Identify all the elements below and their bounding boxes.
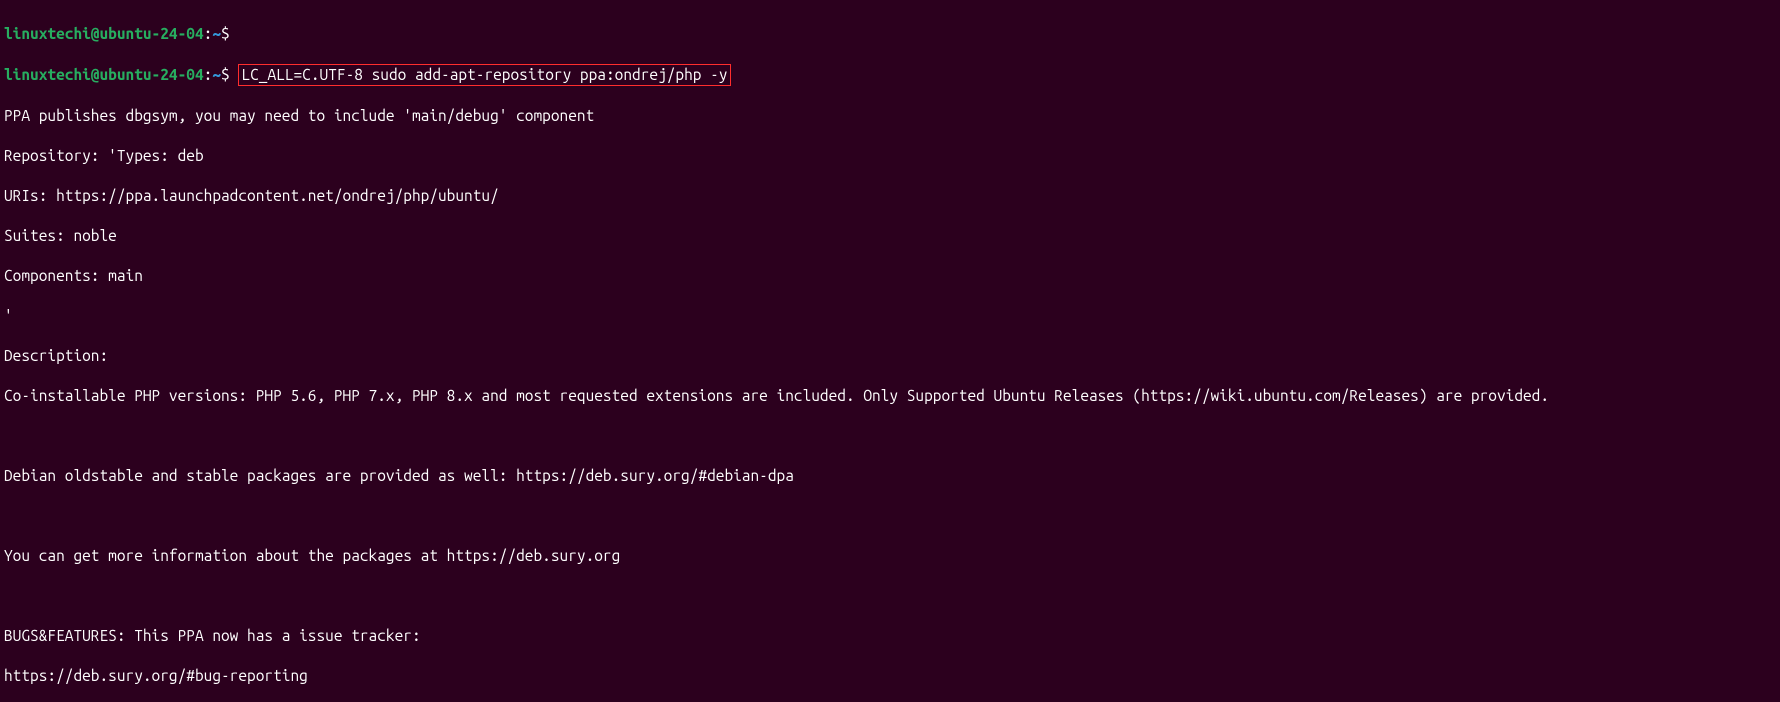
prompt-line-command: linuxtechi@ubuntu-24-04:~$ LC_ALL=C.UTF-… — [4, 64, 1776, 86]
output-line: ' — [4, 306, 1776, 326]
command-highlight: LC_ALL=C.UTF-8 sudo add-apt-repository p… — [238, 64, 730, 86]
output-line: Co-installable PHP versions: PHP 5.6, PH… — [4, 386, 1776, 406]
output-line — [4, 426, 1776, 446]
output-line — [4, 506, 1776, 526]
command-text: LC_ALL=C.UTF-8 sudo add-apt-repository p… — [241, 66, 727, 83]
output-line: Repository: 'Types: deb — [4, 146, 1776, 166]
prompt-symbol: $ — [221, 25, 230, 42]
output-line: Components: main — [4, 266, 1776, 286]
output-line: You can get more information about the p… — [4, 546, 1776, 566]
prompt-user-host: linuxtechi@ubuntu-24-04 — [4, 66, 204, 83]
output-line: URIs: https://ppa.launchpadcontent.net/o… — [4, 186, 1776, 206]
output-line: BUGS&FEATURES: This PPA now has a issue … — [4, 626, 1776, 646]
output-line: Description: — [4, 346, 1776, 366]
output-line: https://deb.sury.org/#bug-reporting — [4, 666, 1776, 686]
prompt-user-host: linuxtechi@ubuntu-24-04 — [4, 25, 204, 42]
output-line: PPA publishes dbgsym, you may need to in… — [4, 106, 1776, 126]
prompt-line-empty: linuxtechi@ubuntu-24-04:~$ — [4, 24, 1776, 44]
terminal[interactable]: linuxtechi@ubuntu-24-04:~$ linuxtechi@ub… — [0, 0, 1780, 702]
output-line: Debian oldstable and stable packages are… — [4, 466, 1776, 486]
output-line: Suites: noble — [4, 226, 1776, 246]
output-line — [4, 586, 1776, 606]
prompt-symbol: $ — [221, 66, 230, 83]
prompt-cwd: ~ — [212, 66, 221, 83]
prompt-cwd: ~ — [212, 25, 221, 42]
